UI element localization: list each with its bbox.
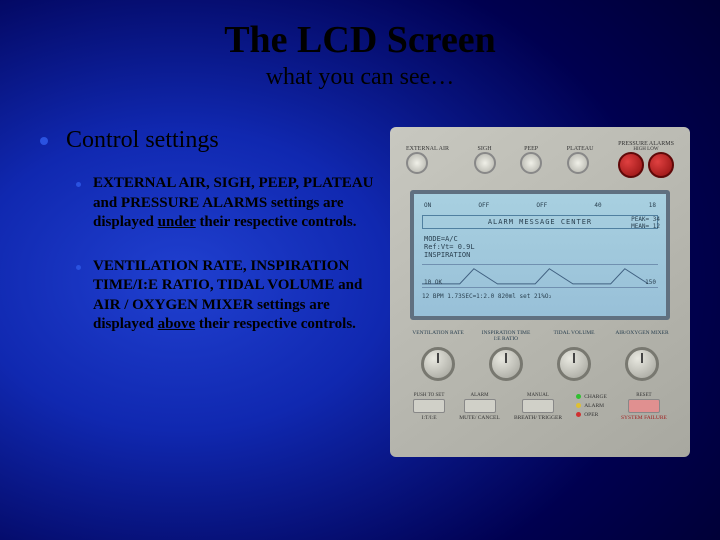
- button-top-label: PUSH TO SET: [413, 393, 445, 399]
- alarm-knob-high-icon: [618, 152, 644, 178]
- title-block: The LCD Screen what you can see…: [0, 0, 720, 91]
- text-span: their respective controls.: [195, 316, 356, 332]
- led-label: CHARGE: [584, 394, 607, 400]
- control-label: EXTERNAL AIR: [406, 146, 449, 152]
- dial-label: AIR/OXYGEN MIXER: [614, 330, 670, 344]
- dial-item: VENTILATION RATE: [410, 330, 466, 381]
- underlined-word: above: [158, 316, 196, 332]
- button-top-label: ALARM: [459, 393, 500, 399]
- dial-item: INSPIRATION TIME I:E RATIO: [478, 330, 534, 381]
- toggle-switch-icon: [406, 152, 428, 174]
- button-top-label: RESET: [621, 393, 667, 399]
- button-rect-icon: [522, 399, 554, 413]
- main-bullet: Control settings: [40, 127, 380, 154]
- lcd-vt: Ref:Vt= 0.9L: [424, 243, 475, 251]
- waveform-icon: [422, 265, 658, 288]
- dial-item: AIR/OXYGEN MIXER: [614, 330, 670, 381]
- text-span: their respective controls.: [196, 214, 357, 230]
- control-label: PLATEAU: [567, 146, 594, 152]
- lcd-value: 40: [594, 202, 601, 209]
- lcd-insp: INSPIRATION: [424, 251, 470, 259]
- dial-knob-icon: [489, 347, 523, 381]
- dial-label: VENTILATION RATE: [410, 330, 466, 344]
- bullet-dot-icon: [76, 182, 81, 187]
- device-button: MANUAL BREATH/ TRIGGER: [514, 393, 562, 421]
- lcd-value: ON: [424, 202, 431, 209]
- alarm-knob-low-icon: [648, 152, 674, 178]
- button-rect-icon: [413, 399, 445, 413]
- image-column: EXTERNAL AIR SIGH PEEP PLATEAU PRESSURE …: [390, 127, 690, 457]
- lcd-value: OFF: [536, 202, 547, 209]
- dial-label: INSPIRATION TIME I:E RATIO: [478, 330, 534, 344]
- dial-knob-icon: [557, 347, 591, 381]
- dial-item: TIDAL VOLUME: [546, 330, 602, 381]
- lcd-screen: ON OFF OFF 40 18 ALARM MESSAGE CENTER PE…: [410, 190, 670, 320]
- led-yellow-icon: [576, 403, 581, 408]
- dial-row: VENTILATION RATE INSPIRATION TIME I:E RA…: [400, 330, 680, 381]
- control-group: SIGH: [474, 146, 496, 174]
- lcd-bar-right: 150: [645, 279, 656, 286]
- led-red-icon: [576, 412, 581, 417]
- sub-bullet: EXTERNAL AIR, SIGH, PEEP, PLATEAU and PR…: [76, 174, 380, 233]
- device-button: ALARM MUTE/ CANCEL: [459, 393, 500, 421]
- lcd-bar-left: 10 OK: [424, 279, 442, 286]
- led-label: OPER: [584, 412, 598, 418]
- lcd-waveform: 10 OK 150: [422, 264, 658, 288]
- led-label: ALARM: [584, 403, 604, 409]
- control-label: SIGH: [474, 146, 496, 152]
- led-green-icon: [576, 394, 581, 399]
- content-area: Control settings EXTERNAL AIR, SIGH, PEE…: [0, 127, 720, 457]
- device-button: PUSH TO SET I:T/I:E: [413, 393, 445, 421]
- lcd-mean: MEAN= 12: [631, 223, 660, 230]
- control-group: PEEP: [520, 146, 542, 174]
- lcd-peak-readout: PEAK= 34 MEAN= 12: [631, 216, 660, 230]
- sub-bullet: VENTILATION RATE, INSPIRATION TIME/I:E R…: [76, 257, 380, 335]
- sub-bullet-list: EXTERNAL AIR, SIGH, PEEP, PLATEAU and PR…: [76, 174, 380, 335]
- button-label: SYSTEM FAILURE: [621, 415, 667, 421]
- bullet-dot-icon: [76, 265, 81, 270]
- ventilator-device-image: EXTERNAL AIR SIGH PEEP PLATEAU PRESSURE …: [390, 127, 690, 457]
- lcd-bottom-row: 12 BPM 1.73SEC=1:2.0 820ml set 21%O₂: [420, 291, 660, 302]
- slide-title: The LCD Screen: [0, 18, 720, 62]
- button-row: PUSH TO SET I:T/I:E ALARM MUTE/ CANCEL M…: [400, 393, 680, 421]
- control-group: PRESSURE ALARMS HIGH LOW: [618, 141, 674, 178]
- button-rect-icon: [464, 399, 496, 413]
- bullet-dot-icon: [40, 137, 48, 145]
- led-indicators: CHARGE ALARM OPER: [576, 393, 607, 421]
- toggle-switch-icon: [520, 152, 542, 174]
- dial-label: TIDAL VOLUME: [546, 330, 602, 344]
- underlined-word: under: [158, 214, 196, 230]
- dial-knob-icon: [421, 347, 455, 381]
- dial-knob-icon: [625, 347, 659, 381]
- control-group: EXTERNAL AIR: [406, 146, 449, 174]
- sub-bullet-text: EXTERNAL AIR, SIGH, PEEP, PLATEAU and PR…: [93, 174, 380, 233]
- control-label: PEEP: [520, 146, 542, 152]
- lcd-top-row: ON OFF OFF 40 18: [420, 200, 660, 211]
- lcd-mode-line: MODE=A/C Ref:Vt= 0.9L INSPIRATION: [420, 233, 660, 261]
- button-label: BREATH/ TRIGGER: [514, 415, 562, 421]
- button-rect-icon: [628, 399, 660, 413]
- text-column: Control settings EXTERNAL AIR, SIGH, PEE…: [40, 127, 380, 457]
- device-button: RESET SYSTEM FAILURE: [621, 393, 667, 421]
- lcd-value: OFF: [478, 202, 489, 209]
- sub-bullet-text: VENTILATION RATE, INSPIRATION TIME/I:E R…: [93, 257, 380, 335]
- lcd-value: 18: [649, 202, 656, 209]
- alarm-message-center: ALARM MESSAGE CENTER: [422, 215, 658, 229]
- button-label: MUTE/ CANCEL: [459, 415, 500, 421]
- lcd-peak: PEAK= 34: [631, 216, 660, 223]
- button-label: I:T/I:E: [413, 415, 445, 421]
- button-top-label: MANUAL: [514, 393, 562, 399]
- top-controls-row: EXTERNAL AIR SIGH PEEP PLATEAU PRESSURE …: [400, 137, 680, 182]
- lcd-mode: MODE=A/C: [424, 235, 458, 243]
- toggle-switch-icon: [567, 152, 589, 174]
- control-group: PLATEAU: [567, 146, 594, 174]
- slide-subtitle: what you can see…: [0, 64, 720, 91]
- main-bullet-text: Control settings: [66, 127, 219, 154]
- toggle-switch-icon: [474, 152, 496, 174]
